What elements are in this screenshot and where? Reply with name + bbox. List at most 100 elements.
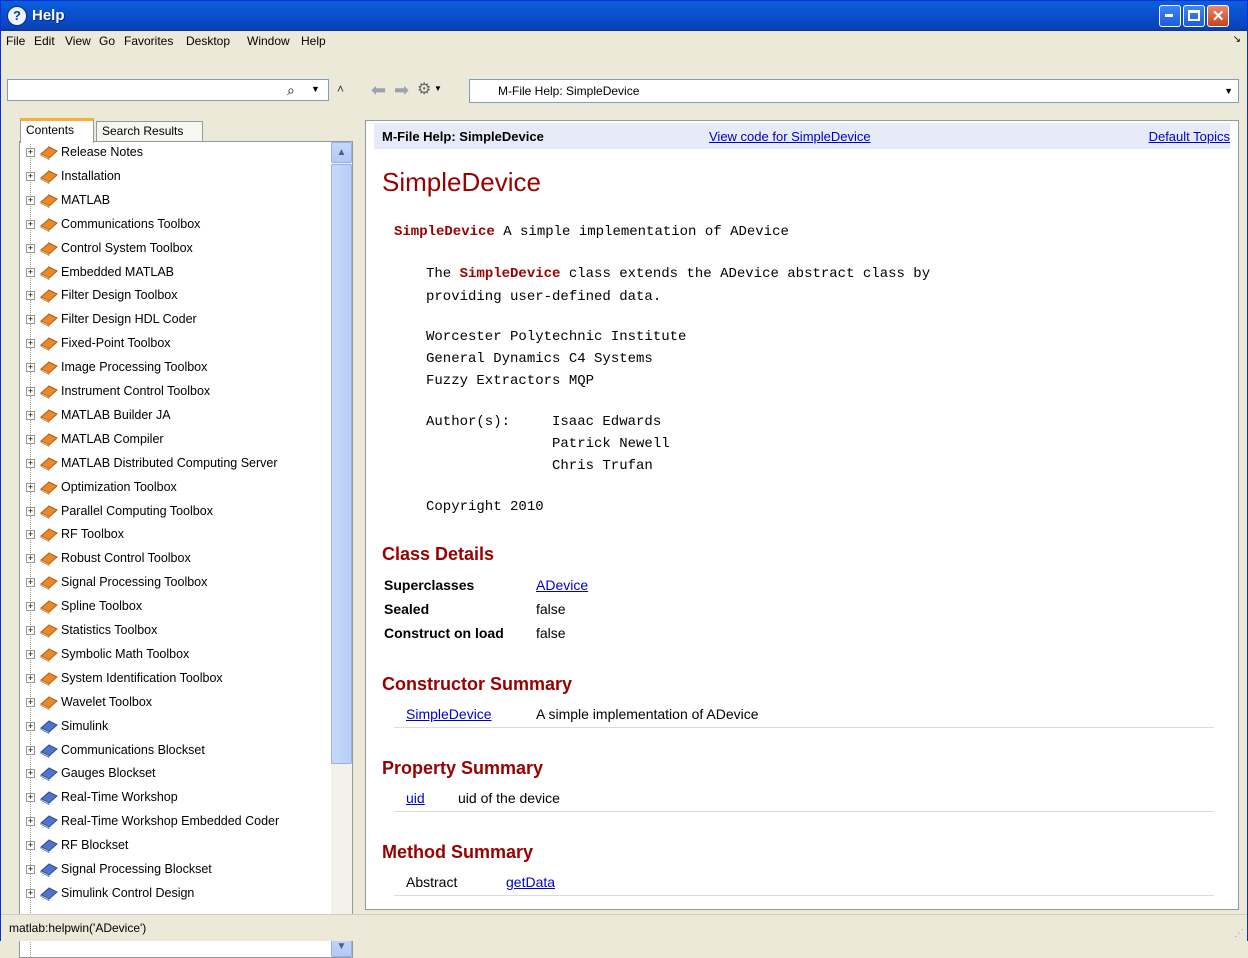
tree-item[interactable]: + Signal Processing Toolbox xyxy=(20,572,330,594)
minimize-button[interactable] xyxy=(1159,5,1181,27)
tree-item[interactable]: + Installation xyxy=(20,166,330,188)
expand-icon[interactable]: + xyxy=(26,602,35,612)
tree-item[interactable]: + Signal Processing Blockset xyxy=(20,859,330,881)
tree-item[interactable]: + Optimization Toolbox xyxy=(20,477,330,499)
expand-icon[interactable]: + xyxy=(26,243,35,253)
menu-favorites[interactable]: Favorites xyxy=(124,34,173,48)
expand-icon[interactable]: + xyxy=(26,673,35,683)
maximize-button[interactable] xyxy=(1183,5,1205,27)
expand-icon[interactable]: + xyxy=(26,434,35,444)
expand-icon[interactable]: + xyxy=(26,315,35,325)
tree-item[interactable]: + MATLAB Builder JA xyxy=(20,405,330,427)
expand-icon[interactable]: + xyxy=(26,339,35,349)
expand-icon[interactable]: + xyxy=(26,888,35,898)
view-code-link[interactable]: View code for SimpleDevice xyxy=(709,129,871,144)
expand-icon[interactable]: + xyxy=(26,363,35,373)
menu-file[interactable]: File xyxy=(6,34,25,48)
expand-icon[interactable]: + xyxy=(26,649,35,659)
superclass-link[interactable]: ADevice xyxy=(536,577,588,593)
expand-icon[interactable]: + xyxy=(26,769,35,779)
tree-item[interactable]: + Gauges Blockset xyxy=(20,763,330,785)
expand-icon[interactable]: + xyxy=(26,195,35,205)
menu-undock-icon[interactable]: ↘ xyxy=(1233,34,1241,45)
menu-edit[interactable]: Edit xyxy=(34,34,55,48)
tree-item[interactable]: + Simulink xyxy=(20,716,330,738)
tree-item[interactable]: + Communications Toolbox xyxy=(20,214,330,236)
search-dropdown-icon[interactable]: ▼ xyxy=(311,84,320,94)
gear-icon[interactable]: ⚙ xyxy=(417,79,431,99)
menu-view[interactable]: View xyxy=(65,34,91,48)
tree-item[interactable]: + Statistics Toolbox xyxy=(20,620,330,642)
menu-help[interactable]: Help xyxy=(301,34,326,48)
method-link[interactable]: getData xyxy=(506,874,555,890)
title-bar[interactable]: ? Help ✕ xyxy=(1,1,1247,31)
address-field[interactable]: M-File Help: SimpleDevice ▼ xyxy=(469,79,1239,103)
expand-icon[interactable]: + xyxy=(26,291,35,301)
tree-item[interactable]: + Release Notes xyxy=(20,142,330,164)
tree-item[interactable]: + MATLAB Compiler xyxy=(20,429,330,451)
expand-icon[interactable]: + xyxy=(26,267,35,277)
tree-item[interactable]: + Symbolic Math Toolbox xyxy=(20,644,330,666)
constructor-link[interactable]: SimpleDevice xyxy=(406,706,492,722)
tree-item[interactable]: + Real-Time Workshop Embedded Coder xyxy=(20,811,330,833)
search-icon[interactable]: ⌕ xyxy=(287,82,295,99)
tree-item[interactable]: + Wavelet Toolbox xyxy=(20,692,330,714)
tree-item[interactable]: + MATLAB Distributed Computing Server xyxy=(20,453,330,475)
scroll-thumb[interactable] xyxy=(331,164,352,764)
tree-item-label: MATLAB Compiler xyxy=(61,431,164,446)
collapse-pane-icon[interactable]: ˄ xyxy=(337,82,344,96)
search-input[interactable]: ⌕ ▼ xyxy=(7,79,329,101)
tree-item[interactable]: + Robust Control Toolbox xyxy=(20,548,330,570)
menu-desktop[interactable]: Desktop xyxy=(186,34,230,48)
tree-item[interactable]: + Embedded MATLAB xyxy=(20,262,330,284)
tree-item[interactable]: + RF Blockset xyxy=(20,835,330,857)
expand-icon[interactable]: + xyxy=(26,578,35,588)
back-arrow-icon[interactable]: ⬅ xyxy=(371,80,386,101)
tree-item[interactable]: + Filter Design Toolbox xyxy=(20,285,330,307)
expand-icon[interactable]: + xyxy=(26,554,35,564)
expand-icon[interactable]: + xyxy=(26,721,35,731)
expand-icon[interactable]: + xyxy=(26,148,35,157)
expand-icon[interactable]: + xyxy=(26,697,35,707)
property-link[interactable]: uid xyxy=(406,790,425,806)
tree-item[interactable]: + Fixed-Point Toolbox xyxy=(20,333,330,355)
gear-dropdown-icon[interactable]: ▼ xyxy=(434,84,442,93)
expand-icon[interactable]: + xyxy=(26,530,35,540)
tab-search-results[interactable]: Search Results xyxy=(96,121,203,142)
expand-icon[interactable]: + xyxy=(26,865,35,874)
expand-icon[interactable]: + xyxy=(26,793,35,803)
expand-icon[interactable]: + xyxy=(26,219,35,229)
resize-grip-icon[interactable]: ⋰ xyxy=(1234,928,1244,939)
tree-item[interactable]: + MATLAB xyxy=(20,190,330,212)
expand-icon[interactable]: + xyxy=(26,387,35,396)
expand-icon[interactable]: + xyxy=(26,482,35,492)
tree-item[interactable]: + RF Toolbox xyxy=(20,524,330,546)
menu-window[interactable]: Window xyxy=(247,34,290,48)
menu-go[interactable]: Go xyxy=(99,34,115,48)
tree-item[interactable]: + Communications Blockset xyxy=(20,740,330,762)
tree-item[interactable]: + System Identification Toolbox xyxy=(20,668,330,690)
expand-icon[interactable]: + xyxy=(26,171,35,181)
scroll-up-button[interactable]: ▲ xyxy=(331,142,352,163)
expand-icon[interactable]: + xyxy=(26,817,35,827)
tree-item[interactable]: + Filter Design HDL Coder xyxy=(20,309,330,331)
expand-icon[interactable]: + xyxy=(26,506,35,516)
tree-item[interactable]: + Simulink Control Design xyxy=(20,883,330,905)
expand-icon[interactable]: + xyxy=(26,458,35,468)
tree-item[interactable]: + Control System Toolbox xyxy=(20,238,330,260)
tree-item[interactable]: + Parallel Computing Toolbox xyxy=(20,501,330,523)
tab-contents[interactable]: Contents xyxy=(20,118,94,143)
tree-item[interactable]: + Spline Toolbox xyxy=(20,596,330,618)
tree-item[interactable]: + Real-Time Workshop xyxy=(20,787,330,809)
tree-scrollbar[interactable]: ▲ ▼ xyxy=(331,142,352,957)
expand-icon[interactable]: + xyxy=(26,626,35,635)
expand-icon[interactable]: + xyxy=(26,745,35,755)
expand-icon[interactable]: + xyxy=(26,841,35,851)
expand-icon[interactable]: + xyxy=(26,410,35,420)
tree-item[interactable]: + Instrument Control Toolbox xyxy=(20,381,330,403)
default-topics-link[interactable]: Default Topics xyxy=(1149,129,1230,144)
forward-arrow-icon[interactable]: ➡ xyxy=(394,80,409,101)
address-dropdown-icon[interactable]: ▼ xyxy=(1224,86,1233,96)
tree-item[interactable]: + Image Processing Toolbox xyxy=(20,357,330,379)
close-button[interactable]: ✕ xyxy=(1207,5,1229,27)
